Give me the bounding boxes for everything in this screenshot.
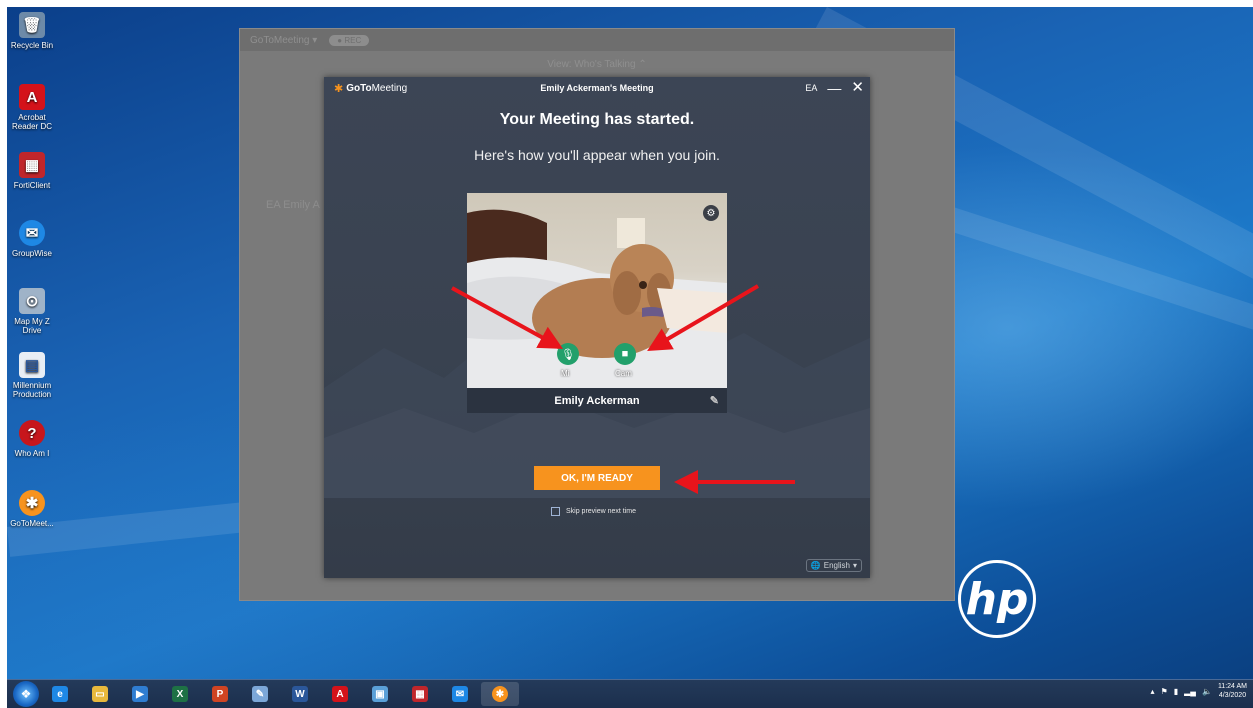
- map-drive-icon: ⊙: [19, 288, 45, 314]
- hp-logo: hp: [958, 560, 1036, 638]
- taskbar-gotomeeting[interactable]: ✱: [481, 682, 519, 706]
- folder-icon: ▭: [92, 686, 108, 702]
- taskbar-remote[interactable]: ▣: [361, 682, 399, 706]
- recycle-bin-icon: 🗑: [19, 12, 45, 38]
- media-player-icon: ▶: [132, 686, 148, 702]
- taskbar-media[interactable]: ▶: [121, 682, 159, 706]
- dialog-title: Emily Ackerman's Meeting: [540, 83, 654, 93]
- desktop-icon-label: Map My Z Drive: [14, 317, 50, 335]
- millennium-icon: ▤: [19, 352, 45, 378]
- taskbar-forti[interactable]: ▦: [401, 682, 439, 706]
- edit-pencil-icon[interactable]: ✎: [710, 394, 719, 407]
- desktop-icon-recycle-bin[interactable]: 🗑 Recycle Bin: [6, 12, 58, 50]
- desktop-icon-label: Millennium Production: [12, 381, 52, 399]
- desktop-icon-label: Acrobat Reader DC: [11, 113, 52, 131]
- acrobat-icon: A: [19, 84, 45, 110]
- dialog-titlebar: ✱ GoTo Meeting Emily Ackerman's Meeting …: [324, 77, 870, 99]
- who-am-i-icon: ?: [19, 420, 45, 446]
- clock[interactable]: 11:24 AM 4/3/2020: [1218, 682, 1247, 700]
- start-button[interactable]: ❖: [13, 681, 39, 707]
- main-app-label[interactable]: GoToMeeting ▾: [250, 35, 317, 46]
- taskbar-excel[interactable]: X: [161, 682, 199, 706]
- language-selector[interactable]: 🌐 English ▾: [805, 559, 862, 572]
- settings-gear-icon[interactable]: ⚙: [703, 205, 719, 221]
- powerpoint-icon: P: [212, 686, 228, 702]
- ie-icon: e: [52, 686, 68, 702]
- language-label: English: [823, 561, 850, 570]
- dropdown-arrow-icon: ▾: [852, 561, 857, 570]
- camera-feed: ⚙ 🎙 Mi ■ Cam: [467, 193, 727, 388]
- mail-icon: ✉: [452, 686, 468, 702]
- gotomeeting-icon: ✱: [492, 686, 508, 702]
- battery-icon[interactable]: ▮: [1174, 687, 1178, 696]
- forticlient-icon: ▦: [19, 152, 45, 178]
- skip-preview-checkbox[interactable]: Skip preview next time: [551, 507, 636, 516]
- desktop-icon-label: GoToMeet...: [10, 519, 54, 528]
- ok-im-ready-button[interactable]: OK, I'M READY: [534, 466, 660, 490]
- camera-button[interactable]: ■: [614, 343, 636, 365]
- flag-icon[interactable]: ⚑: [1161, 687, 1168, 696]
- system-tray: ▴ ⚑ ▮ ▂▄ 🔈 11:24 AM 4/3/2020: [1151, 682, 1247, 700]
- taskbar-explorer[interactable]: ▭: [81, 682, 119, 706]
- desktop-icon-label: GroupWise: [11, 249, 52, 258]
- ghost-participant: EA Emily A: [266, 199, 320, 211]
- taskbar-powerpoint[interactable]: P: [201, 682, 239, 706]
- volume-icon[interactable]: 🔈: [1202, 687, 1212, 696]
- user-initials[interactable]: EA: [805, 83, 817, 93]
- excel-icon: X: [172, 686, 188, 702]
- video-preview: ⚙ 🎙 Mi ■ Cam Emily Ackerman ✎: [467, 193, 727, 413]
- desktop-icon-millennium[interactable]: ▤ Millennium Production: [6, 352, 58, 399]
- camera-image: [467, 209, 727, 388]
- desktop-icon-label: Who Am I: [14, 449, 50, 458]
- checkbox-box[interactable]: [551, 507, 560, 516]
- paint-icon: ✎: [252, 686, 268, 702]
- camera-icon: ■: [621, 348, 629, 360]
- desktop-icon-label: Recycle Bin: [10, 41, 54, 50]
- dialog-controls: EA — ✕: [805, 80, 864, 95]
- taskbar-word[interactable]: W: [281, 682, 319, 706]
- globe-icon: 🌐: [810, 561, 821, 570]
- windows-icon: ❖: [20, 687, 32, 701]
- tray-expand-icon[interactable]: ▴: [1151, 687, 1155, 696]
- participant-name: Emily Ackerman: [554, 394, 640, 407]
- desktop-icon-forticlient[interactable]: ▦ FortiClient: [6, 152, 58, 190]
- microphone-icon: 🎙: [561, 348, 575, 361]
- word-icon: W: [292, 686, 308, 702]
- skip-preview-label: Skip preview next time: [566, 508, 637, 515]
- close-button[interactable]: ✕: [851, 80, 864, 95]
- cam-label: Cam: [615, 369, 632, 378]
- microphone-button[interactable]: 🎙: [557, 343, 579, 365]
- preview-dialog: ✱ GoTo Meeting Emily Ackerman's Meeting …: [324, 77, 870, 578]
- taskbar-paint[interactable]: ✎: [241, 682, 279, 706]
- desktop-icon-label: FortiClient: [13, 181, 51, 190]
- record-pill[interactable]: ● REC: [329, 34, 370, 46]
- minimize-button[interactable]: —: [827, 81, 841, 95]
- gotomeeting-icon: ✱: [19, 490, 45, 516]
- mic-label: Mi: [561, 369, 570, 378]
- desktop-icon-map-drive[interactable]: ⊙ Map My Z Drive: [6, 288, 58, 335]
- subline: Here's how you'll appear when you join.: [474, 147, 720, 163]
- desktop-icon-who-am-i[interactable]: ? Who Am I: [6, 420, 58, 458]
- taskbar: ❖ e ▭ ▶ X P ✎ W A ▣ ▦ ✉ ✱ ▴ ⚑ ▮ ▂▄ 🔈 11:…: [7, 679, 1253, 708]
- taskbar-mail[interactable]: ✉: [441, 682, 479, 706]
- desktop-icon-gotomeeting[interactable]: ✱ GoToMeet...: [6, 490, 58, 528]
- clock-time: 11:24 AM: [1217, 683, 1247, 690]
- view-selector[interactable]: View: Who's Talking ⌃: [240, 51, 954, 77]
- participant-name-bar: Emily Ackerman ✎: [467, 388, 727, 413]
- groupwise-icon: ✉: [19, 220, 45, 246]
- headline: Your Meeting has started.: [499, 111, 695, 128]
- remote-desktop-icon: ▣: [372, 686, 388, 702]
- taskbar-ie[interactable]: e: [41, 682, 79, 706]
- desktop-icon-groupwise[interactable]: ✉ GroupWise: [6, 220, 58, 258]
- forticlient-icon: ▦: [412, 686, 428, 702]
- acrobat-icon: A: [332, 686, 348, 702]
- desktop-icon-acrobat[interactable]: A Acrobat Reader DC: [6, 84, 58, 131]
- clock-date: 4/3/2020: [1218, 692, 1247, 699]
- signal-icon[interactable]: ▂▄: [1184, 687, 1196, 696]
- taskbar-acrobat[interactable]: A: [321, 682, 359, 706]
- main-titlebar: GoToMeeting ▾ ● REC: [240, 29, 954, 51]
